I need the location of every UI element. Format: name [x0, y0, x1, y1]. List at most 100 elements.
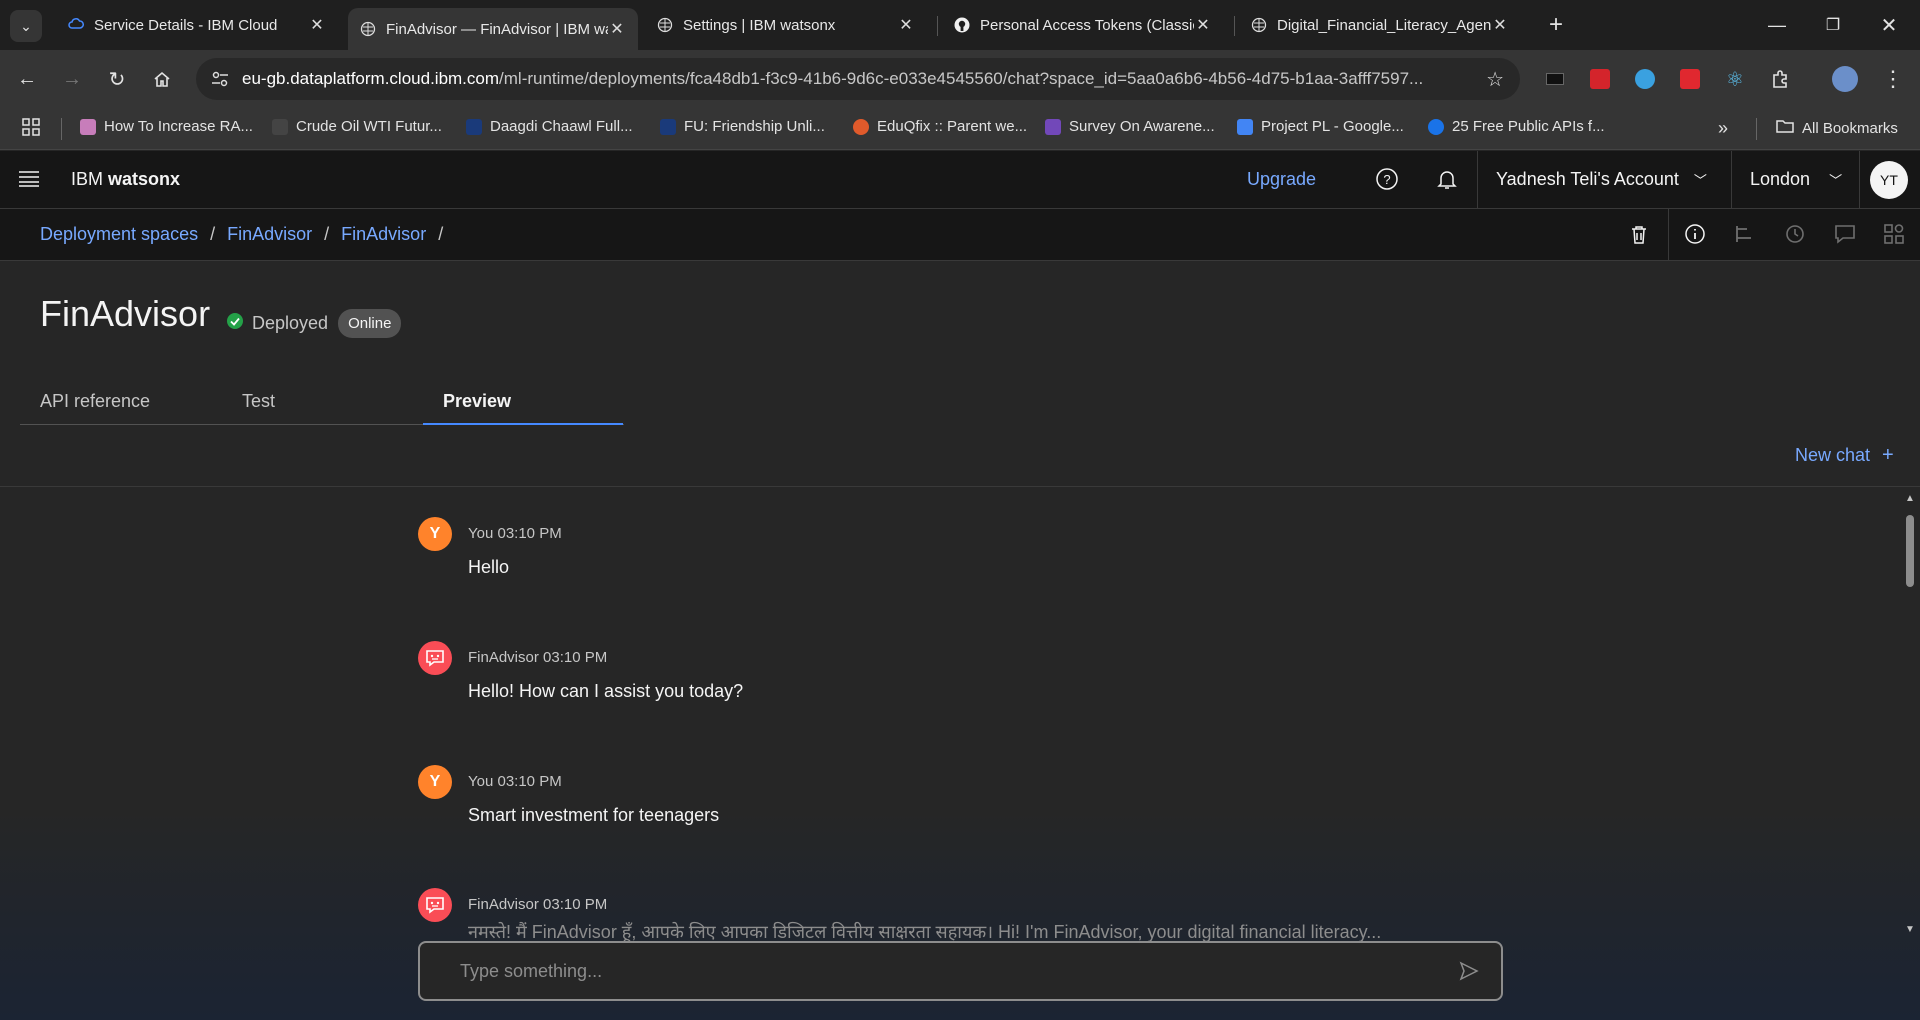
bookmark-item[interactable]: Daagdi Chaawl Full...: [466, 118, 633, 135]
tab-search-icon[interactable]: ⌄: [10, 10, 42, 42]
browser-tab-github-tokens[interactable]: Personal Access Tokens (Classic) ✕: [942, 8, 1224, 42]
brand-name: watsonx: [108, 169, 181, 189]
bookmark-label: Crude Oil WTI Futur...: [296, 118, 442, 135]
bookmark-label: Survey On Awarene...: [1069, 118, 1215, 135]
bookmark-label: How To Increase RA...: [104, 118, 253, 135]
tab-preview[interactable]: Preview: [443, 391, 511, 412]
apps-grid-icon[interactable]: [22, 118, 40, 136]
forward-icon[interactable]: →: [57, 64, 87, 94]
region-name: London: [1750, 169, 1811, 189]
hierarchy-icon[interactable]: [1734, 224, 1756, 249]
scroll-up-icon[interactable]: ▲: [1904, 493, 1916, 504]
close-tab-icon[interactable]: ✕: [308, 15, 326, 35]
browser-tab-service-details[interactable]: Service Details - IBM Cloud ✕: [56, 8, 338, 42]
back-icon[interactable]: ←: [12, 64, 42, 94]
breadcrumb-deployment-spaces[interactable]: Deployment spaces: [40, 224, 198, 244]
folder-icon: [1776, 118, 1794, 138]
message-author: You: [468, 773, 494, 790]
extension-keyboard-icon[interactable]: [1540, 64, 1570, 94]
bookmark-item[interactable]: Survey On Awarene...: [1045, 118, 1215, 135]
header-divider: [1731, 151, 1732, 209]
bookmark-label: Project PL - Google...: [1261, 118, 1404, 135]
upgrade-link[interactable]: Upgrade: [1247, 169, 1316, 190]
breadcrumb-separator: /: [324, 224, 330, 244]
bookmark-item[interactable]: 25 Free Public APIs f...: [1428, 118, 1605, 135]
close-tab-icon[interactable]: ✕: [1194, 15, 1212, 35]
chat-input[interactable]: [458, 959, 1418, 983]
account-switcher[interactable]: Yadnesh Teli's Account ﹀: [1496, 169, 1707, 190]
address-bar[interactable]: eu-gb.dataplatform.cloud.ibm.com/ml-runt…: [196, 58, 1520, 100]
chat-input-box[interactable]: [418, 941, 1503, 1001]
history-icon[interactable]: [1784, 223, 1806, 250]
extension-globe-icon[interactable]: [1630, 64, 1660, 94]
chrome-menu-icon[interactable]: ⋮: [1878, 64, 1908, 94]
profile-avatar-icon[interactable]: [1830, 64, 1860, 94]
bookmark-divider: [1756, 118, 1757, 140]
message-text: Hello: [468, 557, 510, 577]
watsonx-icon: [657, 17, 673, 33]
bookmark-favicon-icon: [272, 118, 288, 135]
hamburger-menu-icon[interactable]: [18, 170, 40, 193]
bookmarks-bar: How To Increase RA... Crude Oil WTI Futu…: [0, 108, 1920, 150]
new-tab-icon[interactable]: +: [1541, 10, 1571, 40]
scroll-down-icon[interactable]: ▼: [1904, 924, 1916, 935]
close-tab-icon[interactable]: ✕: [608, 19, 626, 39]
bookmark-item[interactable]: Crude Oil WTI Futur...: [272, 118, 442, 135]
close-tab-icon[interactable]: ✕: [897, 15, 915, 35]
tab-title: FinAdvisor — FinAdvisor | IBM watsonx: [386, 20, 608, 38]
tab-api-reference[interactable]: API reference: [40, 391, 150, 412]
message-meta: You 03:10 PM: [468, 773, 562, 790]
comment-icon[interactable]: [1834, 224, 1856, 249]
browser-tab-settings[interactable]: Settings | IBM watsonx ✕: [645, 8, 927, 42]
tab-title: Personal Access Tokens (Classic): [980, 16, 1194, 34]
browser-tab-strip: ⌄ Service Details - IBM Cloud ✕ FinAdvis…: [0, 0, 1920, 50]
site-info-icon[interactable]: [210, 69, 230, 94]
user-message-avatar: Y: [418, 765, 452, 799]
browser-tab-digital-financial[interactable]: Digital_Financial_Literacy_Agent ✕: [1239, 8, 1521, 42]
browser-tab-finadvisor[interactable]: FinAdvisor — FinAdvisor | IBM watsonx ✕: [348, 8, 638, 50]
deployment-header: FinAdvisor Deployed Online API reference…: [0, 261, 1920, 486]
apps-icon[interactable]: [1884, 224, 1904, 249]
status-badge: Online: [338, 309, 402, 338]
help-icon[interactable]: ?: [1375, 167, 1399, 196]
product-brand[interactable]: IBM watsonx: [71, 169, 180, 190]
react-devtools-icon[interactable]: ⚛: [1720, 64, 1750, 94]
close-tab-icon[interactable]: ✕: [1491, 15, 1509, 35]
watsonx-icon: [1251, 17, 1267, 33]
extension-tool-icon[interactable]: [1675, 64, 1705, 94]
message-meta: FinAdvisor 03:10 PM: [468, 649, 607, 666]
new-chat-button[interactable]: New chat +: [1795, 444, 1894, 467]
close-window-icon[interactable]: ✕: [1874, 10, 1904, 40]
extensions-puzzle-icon[interactable]: [1765, 64, 1795, 94]
send-icon[interactable]: [1459, 961, 1479, 986]
breadcrumb-space[interactable]: FinAdvisor: [227, 224, 312, 244]
chat-scrollbar[interactable]: ▲ ▼: [1904, 493, 1916, 935]
info-icon[interactable]: [1684, 223, 1706, 250]
page-title: FinAdvisor: [40, 293, 211, 334]
tab-test[interactable]: Test: [242, 391, 275, 412]
bookmark-item[interactable]: How To Increase RA...: [80, 118, 253, 135]
bookmark-favicon-icon: [466, 118, 482, 135]
user-avatar[interactable]: YT: [1870, 161, 1908, 199]
breadcrumb-deployment[interactable]: FinAdvisor: [341, 224, 426, 244]
scrollbar-thumb[interactable]: [1906, 515, 1914, 587]
restore-icon[interactable]: ❐: [1818, 10, 1848, 40]
home-icon[interactable]: [147, 64, 177, 94]
breadcrumb: Deployment spaces / FinAdvisor / FinAdvisor /: [40, 224, 455, 245]
all-bookmarks-button[interactable]: All Bookmarks: [1776, 118, 1898, 138]
url-path: /ml-runtime/deployments/fca48db1-f3c9-41…: [499, 69, 1424, 88]
message-meta: FinAdvisor 03:10 PM: [468, 896, 607, 913]
bookmark-star-icon[interactable]: ☆: [1486, 67, 1504, 92]
bookmark-item[interactable]: FU: Friendship Unli...: [660, 118, 825, 135]
region-switcher[interactable]: London ﹀: [1750, 169, 1842, 190]
plus-icon: +: [1882, 444, 1894, 466]
delete-trash-icon[interactable]: [1630, 225, 1648, 250]
bookmark-item[interactable]: Project PL - Google...: [1237, 118, 1404, 135]
extension-pdf-icon[interactable]: [1585, 64, 1615, 94]
minimize-icon[interactable]: —: [1762, 10, 1792, 40]
reload-icon[interactable]: ↻: [102, 64, 132, 94]
notifications-bell-icon[interactable]: [1435, 167, 1459, 196]
more-bookmarks-icon[interactable]: »: [1718, 118, 1728, 139]
breadcrumb-separator: /: [438, 224, 444, 244]
bookmark-item[interactable]: EduQfix :: Parent we...: [853, 118, 1027, 135]
